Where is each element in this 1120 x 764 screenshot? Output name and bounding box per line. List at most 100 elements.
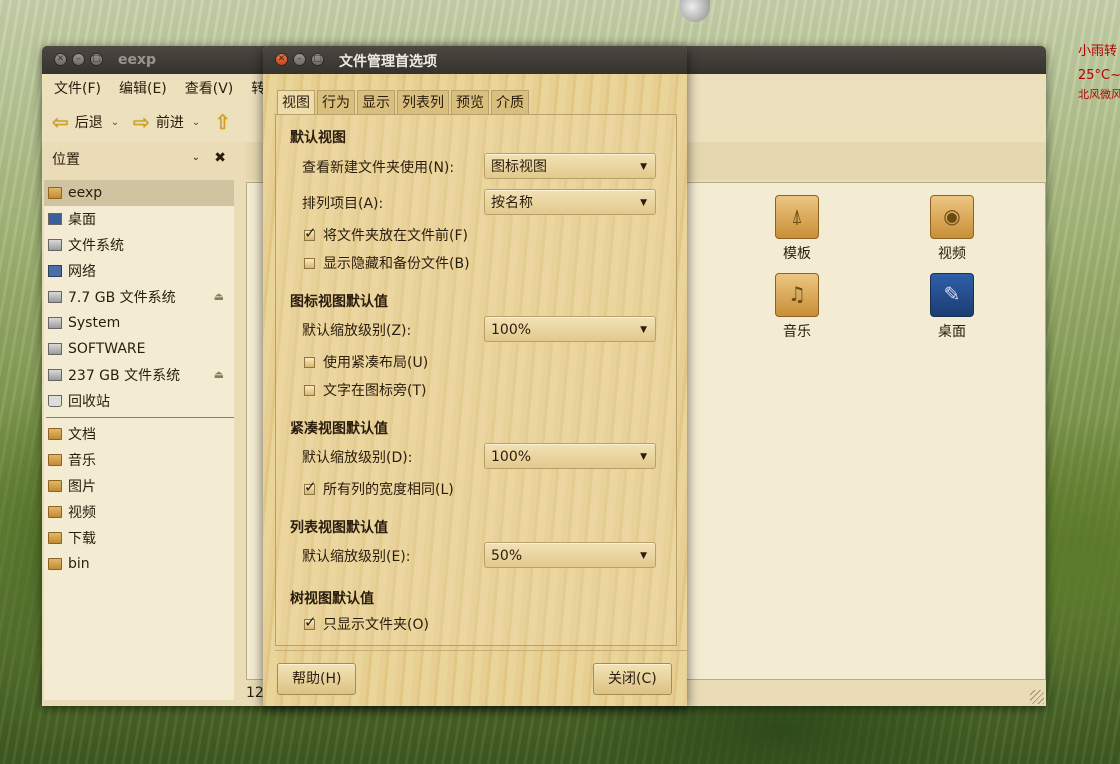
list-zoom-label: 默认缩放级别(E): [302,549,411,565]
eject-icon[interactable]: ⏏ [214,368,224,381]
menu-file[interactable]: 文件(F) [54,78,101,98]
section-compact-view: 紧凑视图默认值 [290,421,388,437]
back-button[interactable]: ⇦ 后退 ⌄ [52,110,119,134]
sidebar-item-software[interactable]: SOFTWARE [44,336,234,362]
section-tree-view: 树视图默认值 [290,591,374,607]
section-default-view: 默认视图 [290,130,346,146]
icon-zoom-select[interactable]: 100% ▼ [484,316,656,342]
chevron-down-icon: ▼ [640,452,647,462]
minimize-icon[interactable]: – [72,53,85,66]
sidebar-item-documents[interactable]: 文档 [44,421,234,447]
sidebar-item-pictures[interactable]: 图片 [44,473,234,499]
chevron-down-icon[interactable]: ⌄ [192,152,200,163]
preferences-dialog: ✕ – □ 文件管理首选项 视图 行为 显示 列表列 预览 介质 默认视图 查看… [263,46,687,706]
help-button[interactable]: 帮助(H) [277,663,357,695]
compact-layout-checkbox[interactable]: 使用紧凑布局(U) [304,352,428,372]
dialog-titlebar[interactable]: ✕ – □ 文件管理首选项 [263,46,687,74]
sidebar-item-label: System [68,315,121,331]
drive-icon [48,369,62,381]
chevron-down-icon[interactable]: ⌄ [192,117,200,128]
new-folder-view-select[interactable]: 图标视图 ▼ [484,153,656,179]
places-list: eexp 桌面 文件系统 网络 7.7 GB 文件系统 ⏏ System SOFT… [44,180,234,700]
trash-icon [48,395,62,407]
sidebar-title[interactable]: 位置 [52,149,80,169]
close-icon[interactable]: ✕ [275,53,288,66]
sidebar-item-7gb[interactable]: 7.7 GB 文件系统 ⏏ [44,284,234,310]
folders-first-checkbox[interactable]: 将文件夹放在文件前(F) [304,224,468,245]
sidebar: 位置 ⌄ ✖ eexp 桌面 文件系统 网络 7.7 GB 文件系统 ⏏ Syst… [42,142,236,706]
compact-zoom-select[interactable]: 100% ▼ [484,443,656,469]
sidebar-header: 位置 ⌄ ✖ [42,142,236,176]
drive-icon [48,239,62,251]
desktop-folder-icon: ✎ [930,273,974,317]
minimize-icon[interactable]: – [293,53,306,66]
sidebar-item-bin[interactable]: bin [44,551,234,577]
close-sidebar-icon[interactable]: ✖ [214,150,226,166]
file-item-music[interactable]: ♫ 音乐 [752,273,842,341]
sidebar-item-label: eexp [68,185,103,201]
tab-display[interactable]: 显示 [357,90,395,115]
checkbox-box[interactable] [304,384,315,396]
checkbox-label: 显示隐藏和备份文件(B) [323,256,470,272]
drive-icon [48,291,62,303]
compact-zoom-label: 默认缩放级别(D): [302,450,413,466]
chevron-down-icon[interactable]: ⌄ [111,117,119,128]
menu-edit[interactable]: 编辑(E) [119,78,167,98]
tab-media[interactable]: 介质 [491,90,529,115]
folder-icon [48,428,62,440]
close-icon[interactable]: ✕ [54,53,67,66]
chevron-down-icon: ▼ [640,325,647,335]
sidebar-item-eexp[interactable]: eexp [44,180,234,206]
sidebar-item-trash[interactable]: 回收站 [44,388,234,414]
checkbox-box[interactable] [304,224,317,242]
checkbox-box[interactable] [304,613,317,631]
tab-view[interactable]: 视图 [277,90,315,115]
sidebar-item-downloads[interactable]: 下载 [44,525,234,551]
list-zoom-select[interactable]: 50% ▼ [484,542,656,568]
drive-icon [48,343,62,355]
eject-icon[interactable]: ⏏ [214,290,224,303]
up-button[interactable]: ⇧ [214,110,237,134]
close-button[interactable]: 关闭(C) [593,663,672,695]
maximize-icon[interactable]: □ [311,53,324,66]
sidebar-item-label: 文件系统 [68,238,124,254]
folders-only-checkbox[interactable]: 只显示文件夹(O) [304,613,429,634]
select-value: 图标视图 [491,159,547,175]
sort-select[interactable]: 按名称 ▼ [484,189,656,215]
select-value: 按名称 [491,195,533,211]
sidebar-divider [46,417,234,418]
maximize-icon[interactable]: □ [90,53,103,66]
dialog-separator [275,650,687,651]
sidebar-item-filesystem[interactable]: 文件系统 [44,232,234,258]
resize-grip-icon[interactable] [1030,690,1044,704]
sidebar-item-desktop[interactable]: 桌面 [44,206,234,232]
same-width-checkbox[interactable]: 所有列的宽度相同(L) [304,478,454,499]
sidebar-item-237gb[interactable]: 237 GB 文件系统 ⏏ [44,362,234,388]
tab-preview[interactable]: 预览 [451,90,489,115]
file-item-desktop[interactable]: ✎ 桌面 [907,273,997,341]
weather-line-2: 25°C~ [1078,68,1120,83]
file-label: 模板 [783,246,811,262]
sidebar-item-videos[interactable]: 视频 [44,499,234,525]
forward-button[interactable]: ⇨ 前进 ⌄ [133,110,200,134]
folder-icon [48,506,62,518]
file-item-templates[interactable]: ⍋ 模板 [752,195,842,263]
sidebar-item-system[interactable]: System [44,310,234,336]
back-arrow-icon: ⇦ [52,110,69,134]
sidebar-item-music[interactable]: 音乐 [44,447,234,473]
folder-icon [48,532,62,544]
tab-behavior[interactable]: 行为 [317,90,355,115]
checkbox-box[interactable] [304,478,317,496]
checkbox-box[interactable] [304,356,315,368]
menu-view[interactable]: 查看(V) [185,78,234,98]
forward-arrow-icon: ⇨ [133,110,150,134]
templates-folder-icon: ⍋ [775,195,819,239]
checkbox-box[interactable] [304,257,315,269]
weather-line-3: 北风微风 [1078,88,1120,101]
file-item-videos[interactable]: ◉ 视频 [907,195,997,263]
text-beside-icons-checkbox[interactable]: 文字在图标旁(T) [304,380,426,400]
desktop-ornament [680,0,710,22]
show-hidden-checkbox[interactable]: 显示隐藏和备份文件(B) [304,253,470,273]
tab-list-columns[interactable]: 列表列 [397,90,449,115]
sidebar-item-network[interactable]: 网络 [44,258,234,284]
